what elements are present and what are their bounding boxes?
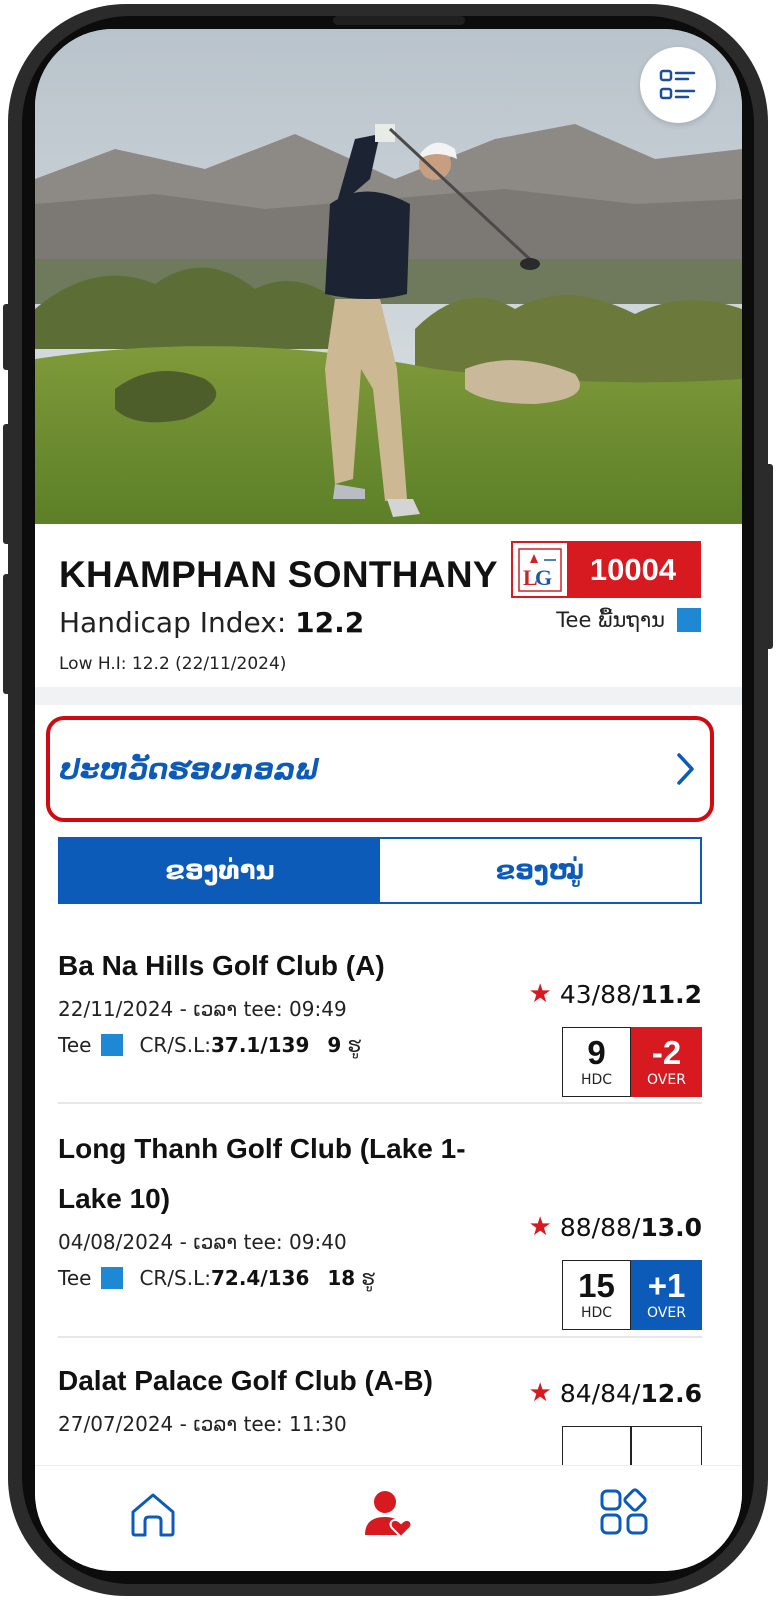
round-tabs: ຂອງທ່ານ ຂອງໝູ່ xyxy=(58,837,702,904)
tee-label: Tee xyxy=(58,1266,92,1290)
tee-color-swatch xyxy=(101,1034,124,1056)
score-summary: ★ 88/88/13.0 xyxy=(529,1212,702,1242)
crsl-label: CR/S.L: xyxy=(139,1033,211,1057)
list-divider xyxy=(58,1336,702,1338)
score-summary: ★ 43/88/11.2 xyxy=(529,979,702,1009)
tee-color-swatch xyxy=(677,608,701,632)
low-handicap: Low H.I: 12.2 (22/11/2024) xyxy=(59,654,287,674)
over-cell xyxy=(631,1426,702,1465)
side-button xyxy=(3,304,12,370)
tab-friends[interactable]: ຂອງໝູ່ xyxy=(380,839,700,902)
apps-icon xyxy=(600,1488,648,1535)
handicap-value: 12.2 xyxy=(295,606,365,639)
nav-home[interactable] xyxy=(123,1484,183,1544)
home-icon xyxy=(131,1493,175,1537)
score-differential: 12.6 xyxy=(640,1378,702,1408)
bottom-navigation xyxy=(35,1465,742,1571)
tee-label: Tee xyxy=(58,1033,92,1057)
holes-unit: ຮູ xyxy=(361,1266,375,1290)
crsl-label: CR/S.L: xyxy=(139,1266,211,1290)
over-label: OVER xyxy=(647,1072,686,1088)
section-divider xyxy=(35,687,742,705)
tee-indicator: Tee ພື້ນຖານ xyxy=(556,608,701,632)
star-icon: ★ xyxy=(528,1378,552,1408)
round-history-title: ປະຫວັດຮອບກອລຟ xyxy=(60,752,320,786)
crsl-value: 37.1/139 xyxy=(210,1033,310,1057)
list-item[interactable]: Long Thanh Golf Club (Lake 1-Lake 10) 04… xyxy=(58,1124,702,1330)
score-summary: ★ 84/84/12.6 xyxy=(529,1378,702,1408)
star-icon: ★ xyxy=(528,979,552,1009)
member-badge: L G 10004 xyxy=(511,541,701,598)
holes-unit: ຮູ xyxy=(347,1033,361,1057)
side-button xyxy=(3,424,12,544)
hdc-label: HDC xyxy=(580,1072,613,1088)
score-box xyxy=(562,1426,702,1465)
tee-color-swatch xyxy=(101,1267,124,1289)
golf-federation-logo: L G xyxy=(518,547,562,592)
score-values: 88/88/ xyxy=(559,1212,641,1242)
hdc-value: 9 xyxy=(587,1034,606,1071)
holes-count: 9 xyxy=(327,1033,342,1057)
over-cell: -2 OVER xyxy=(631,1027,702,1097)
menu-button[interactable] xyxy=(640,47,716,123)
over-cell: +1 OVER xyxy=(631,1260,702,1330)
player-name: KHAMPHAN SONTHANY xyxy=(59,554,498,595)
hdc-cell: 15 HDC xyxy=(562,1260,631,1330)
hero-photo xyxy=(35,29,742,524)
app-screen: KHAMPHAN SONTHANY Handicap Index: 12.2 L… xyxy=(35,29,742,1571)
hdc-cell xyxy=(562,1426,631,1465)
over-value: -2 xyxy=(651,1034,682,1071)
side-button xyxy=(764,464,773,649)
tab-yours[interactable]: ຂອງທ່ານ xyxy=(60,839,380,902)
score-values: 43/88/ xyxy=(559,979,641,1009)
over-value: +1 xyxy=(647,1267,686,1304)
chevron-right-icon xyxy=(677,753,694,785)
handicap-label: Handicap Index: xyxy=(59,606,296,639)
speaker-grille xyxy=(333,16,465,25)
over-label: OVER xyxy=(647,1305,686,1321)
golfer-photo xyxy=(35,29,742,524)
score-values: 84/84/ xyxy=(559,1378,641,1408)
nav-apps[interactable] xyxy=(594,1484,654,1544)
score-box: 9 HDC -2 OVER xyxy=(562,1027,702,1097)
round-club-name: Long Thanh Golf Club (Lake 1-Lake 10) xyxy=(58,1133,466,1214)
list-item[interactable]: Ba Na Hills Golf Club (A) 22/11/2024 - ເ… xyxy=(58,941,702,1097)
hdc-cell: 9 HDC xyxy=(562,1027,631,1097)
handicap-index: Handicap Index: 12.2 xyxy=(59,606,364,639)
holes-count: 18 xyxy=(327,1266,356,1290)
member-number: 10004 xyxy=(567,543,699,596)
score-differential: 13.0 xyxy=(640,1212,702,1242)
score-differential: 11.2 xyxy=(640,979,702,1009)
hdc-label: HDC xyxy=(580,1305,613,1321)
tee-label: Tee ພື້ນຖານ xyxy=(556,608,665,632)
svg-text:G: G xyxy=(535,565,552,590)
lg-logo-icon: L G xyxy=(513,543,567,596)
nav-profile[interactable] xyxy=(358,1484,418,1544)
list-item[interactable]: Dalat Palace Golf Club (A-B) 27/07/2024 … xyxy=(58,1356,702,1465)
profile-heart-icon xyxy=(365,1491,413,1539)
crsl-value: 72.4/136 xyxy=(210,1266,310,1290)
hdc-value: 15 xyxy=(578,1267,615,1304)
score-box: 15 HDC +1 OVER xyxy=(562,1260,702,1330)
side-button xyxy=(3,574,12,694)
round-club-name: Dalat Palace Golf Club (A-B) xyxy=(58,1365,433,1396)
list-divider xyxy=(58,1102,702,1104)
list-menu-icon xyxy=(659,69,696,100)
round-club-name: Ba Na Hills Golf Club (A) xyxy=(58,950,385,981)
star-icon: ★ xyxy=(528,1212,552,1242)
player-profile: KHAMPHAN SONTHANY Handicap Index: 12.2 L… xyxy=(35,524,742,694)
round-history-link[interactable]: ປະຫວັດຮອບກອລຟ xyxy=(46,716,714,822)
